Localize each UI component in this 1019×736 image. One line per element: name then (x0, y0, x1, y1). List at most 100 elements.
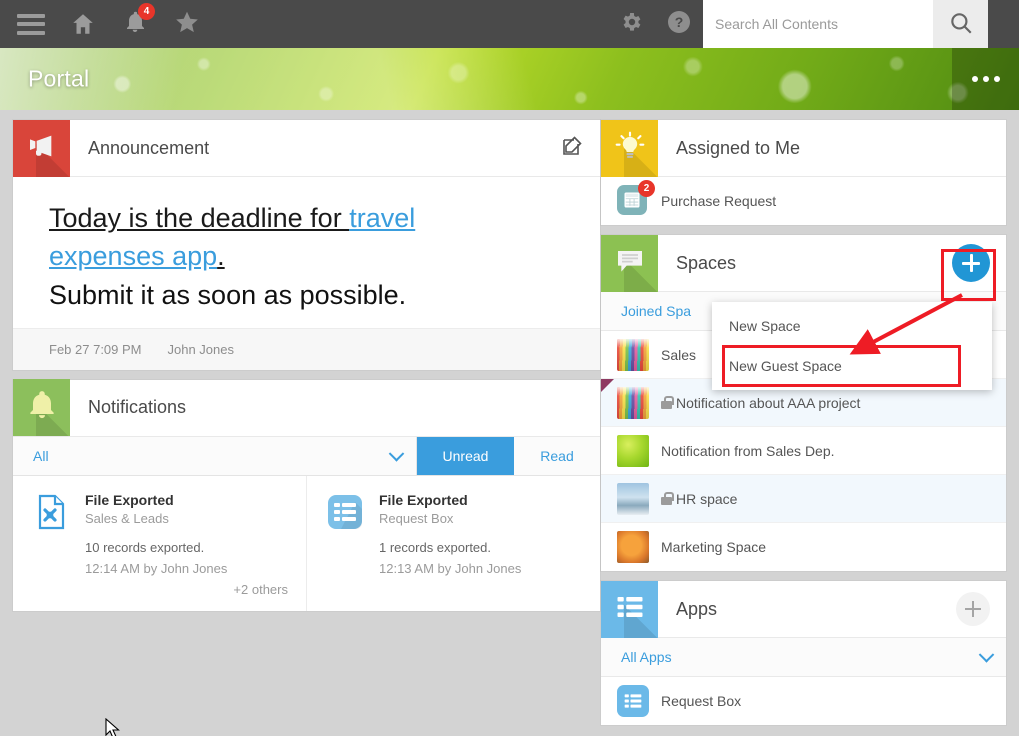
notifications-card: Notifications All Unread Read File Expor… (13, 379, 600, 611)
chevron-down-icon (388, 446, 405, 462)
lock-icon (661, 492, 674, 505)
pencils-thumb (617, 338, 649, 371)
bell-badge: 4 (138, 3, 155, 20)
announcement-title: Announcement (88, 137, 210, 158)
spaces-header: Spaces (601, 234, 1006, 292)
search-box (703, 0, 988, 48)
request-box-icon (325, 492, 365, 532)
help-button[interactable]: ? (655, 0, 703, 48)
announcement-link-1[interactable]: travel (349, 203, 415, 233)
home-icon (70, 11, 96, 37)
assigned-header: Assigned to Me (601, 119, 1006, 177)
plus-icon (956, 592, 990, 626)
pencils-thumb (617, 386, 649, 419)
add-app-button[interactable] (956, 592, 990, 626)
announcement-card: Announcement Today is the deadline for t… (13, 119, 600, 370)
space-item-label: Notification from Sales Dep. (661, 442, 835, 459)
menu-button[interactable] (8, 1, 54, 47)
apps-filter-dropdown[interactable]: All Apps (601, 638, 1006, 677)
right-column: Assigned to Me 2 Purchase Request Spaces… (601, 110, 1006, 736)
topbar-right-group: ? (607, 0, 1019, 48)
file-export-icon (31, 492, 71, 532)
speech-bubble-icon (601, 234, 658, 292)
space-item-label: Notification about AAA project (676, 394, 861, 411)
space-item-sales-dep[interactable]: Notification from Sales Dep. (601, 427, 1006, 475)
announcement-body: Today is the deadline for travel expense… (13, 177, 600, 328)
apps-card: Apps All Apps Request Box (601, 580, 1006, 725)
announcement-edit-button[interactable] (560, 134, 584, 163)
more-dots-icon (971, 76, 1000, 82)
app-item-label: Request Box (661, 693, 742, 709)
notification-description: 10 records exported. (85, 539, 205, 555)
space-item-label: Marketing Space (661, 539, 767, 555)
apps-title: Apps (676, 598, 718, 619)
announcement-author: John Jones (167, 341, 235, 357)
notifications-button[interactable]: 4 (112, 1, 158, 47)
help-icon: ? (667, 10, 691, 39)
nav-icon-group: 4 (0, 1, 210, 47)
assigned-to-me-card: Assigned to Me 2 Purchase Request (601, 119, 1006, 225)
menu-item-new-space[interactable]: New Space (712, 309, 992, 342)
search-input[interactable] (703, 0, 933, 48)
spaces-card: Spaces Joined Spa Sales Notification abo… (601, 234, 1006, 571)
search-icon (948, 10, 974, 39)
megaphone-icon (13, 119, 70, 177)
announcement-period: . (217, 241, 225, 272)
menu-item-new-guest-space[interactable]: New Guest Space (722, 345, 961, 387)
notification-source: Request Box (379, 510, 454, 526)
settings-button[interactable] (607, 0, 655, 48)
app-item-request-box[interactable]: Request Box (601, 677, 1006, 725)
announcement-line-2: expenses app. (49, 237, 564, 275)
purchase-request-badge: 2 (638, 180, 655, 197)
space-item-label: HR space (676, 490, 738, 507)
notification-description: 1 records exported. (379, 539, 492, 555)
apps-filter-label: All Apps (621, 649, 672, 665)
home-button[interactable] (60, 1, 106, 47)
plus-icon (952, 244, 990, 282)
hamburger-icon (17, 13, 45, 35)
banner-more-button[interactable] (952, 48, 1019, 110)
notification-others: +2 others (233, 581, 288, 597)
svg-text:?: ? (675, 14, 684, 30)
purchase-request-icon: 2 (617, 180, 655, 217)
tab-read[interactable]: Read (514, 436, 600, 475)
main-content: Announcement Today is the deadline for t… (0, 110, 1019, 736)
request-box-icon (617, 685, 649, 717)
announcement-line-1: Today is the deadline for travel (49, 199, 564, 237)
notification-meta: 12:14 AM by John Jones (85, 560, 228, 576)
space-flag-icon (601, 379, 614, 392)
search-submit-button[interactable] (933, 0, 988, 48)
banner-background-image (0, 48, 1019, 110)
orange-thumb (617, 531, 649, 563)
topbar-spacer (988, 0, 1019, 48)
tab-unread[interactable]: Unread (417, 436, 514, 475)
notifications-list: File Exported Sales & Leads 10 records e… (13, 475, 600, 611)
notification-source: Sales & Leads (85, 510, 169, 526)
gear-icon (619, 10, 643, 39)
notification-body: File Exported Request Box 1 records expo… (379, 492, 582, 597)
portal-banner: Portal (0, 48, 1019, 110)
notifications-header: Notifications (13, 379, 600, 437)
list-icon (601, 580, 658, 638)
notification-body: File Exported Sales & Leads 10 records e… (85, 492, 288, 597)
space-item-hr-space[interactable]: HR space (601, 475, 1006, 523)
favorites-button[interactable] (164, 1, 210, 47)
notification-title: File Exported (85, 491, 174, 508)
space-item-marketing-space[interactable]: Marketing Space (601, 523, 1006, 571)
notification-item[interactable]: File Exported Sales & Leads 10 records e… (13, 475, 307, 611)
announcement-line-3: Submit it as soon as possible. (49, 279, 407, 310)
add-space-button[interactable] (952, 244, 990, 282)
announcement-date: Feb 27 7:09 PM (49, 341, 142, 357)
notification-filter-dropdown[interactable]: All (13, 436, 417, 475)
winter-thumb (617, 482, 649, 515)
leaf-thumb (617, 434, 649, 467)
lock-icon (661, 396, 674, 409)
announcement-link-2[interactable]: expenses app (49, 241, 217, 271)
assigned-title: Assigned to Me (676, 137, 801, 158)
assigned-item-purchase-request[interactable]: 2 Purchase Request (601, 177, 1006, 225)
top-navigation-bar: 4 ? (0, 0, 1019, 48)
space-item-label: Sales (661, 346, 697, 363)
spaces-tab-label: Joined Spa (621, 303, 692, 319)
notification-item[interactable]: File Exported Request Box 1 records expo… (307, 476, 600, 611)
notification-title: File Exported (379, 491, 468, 508)
